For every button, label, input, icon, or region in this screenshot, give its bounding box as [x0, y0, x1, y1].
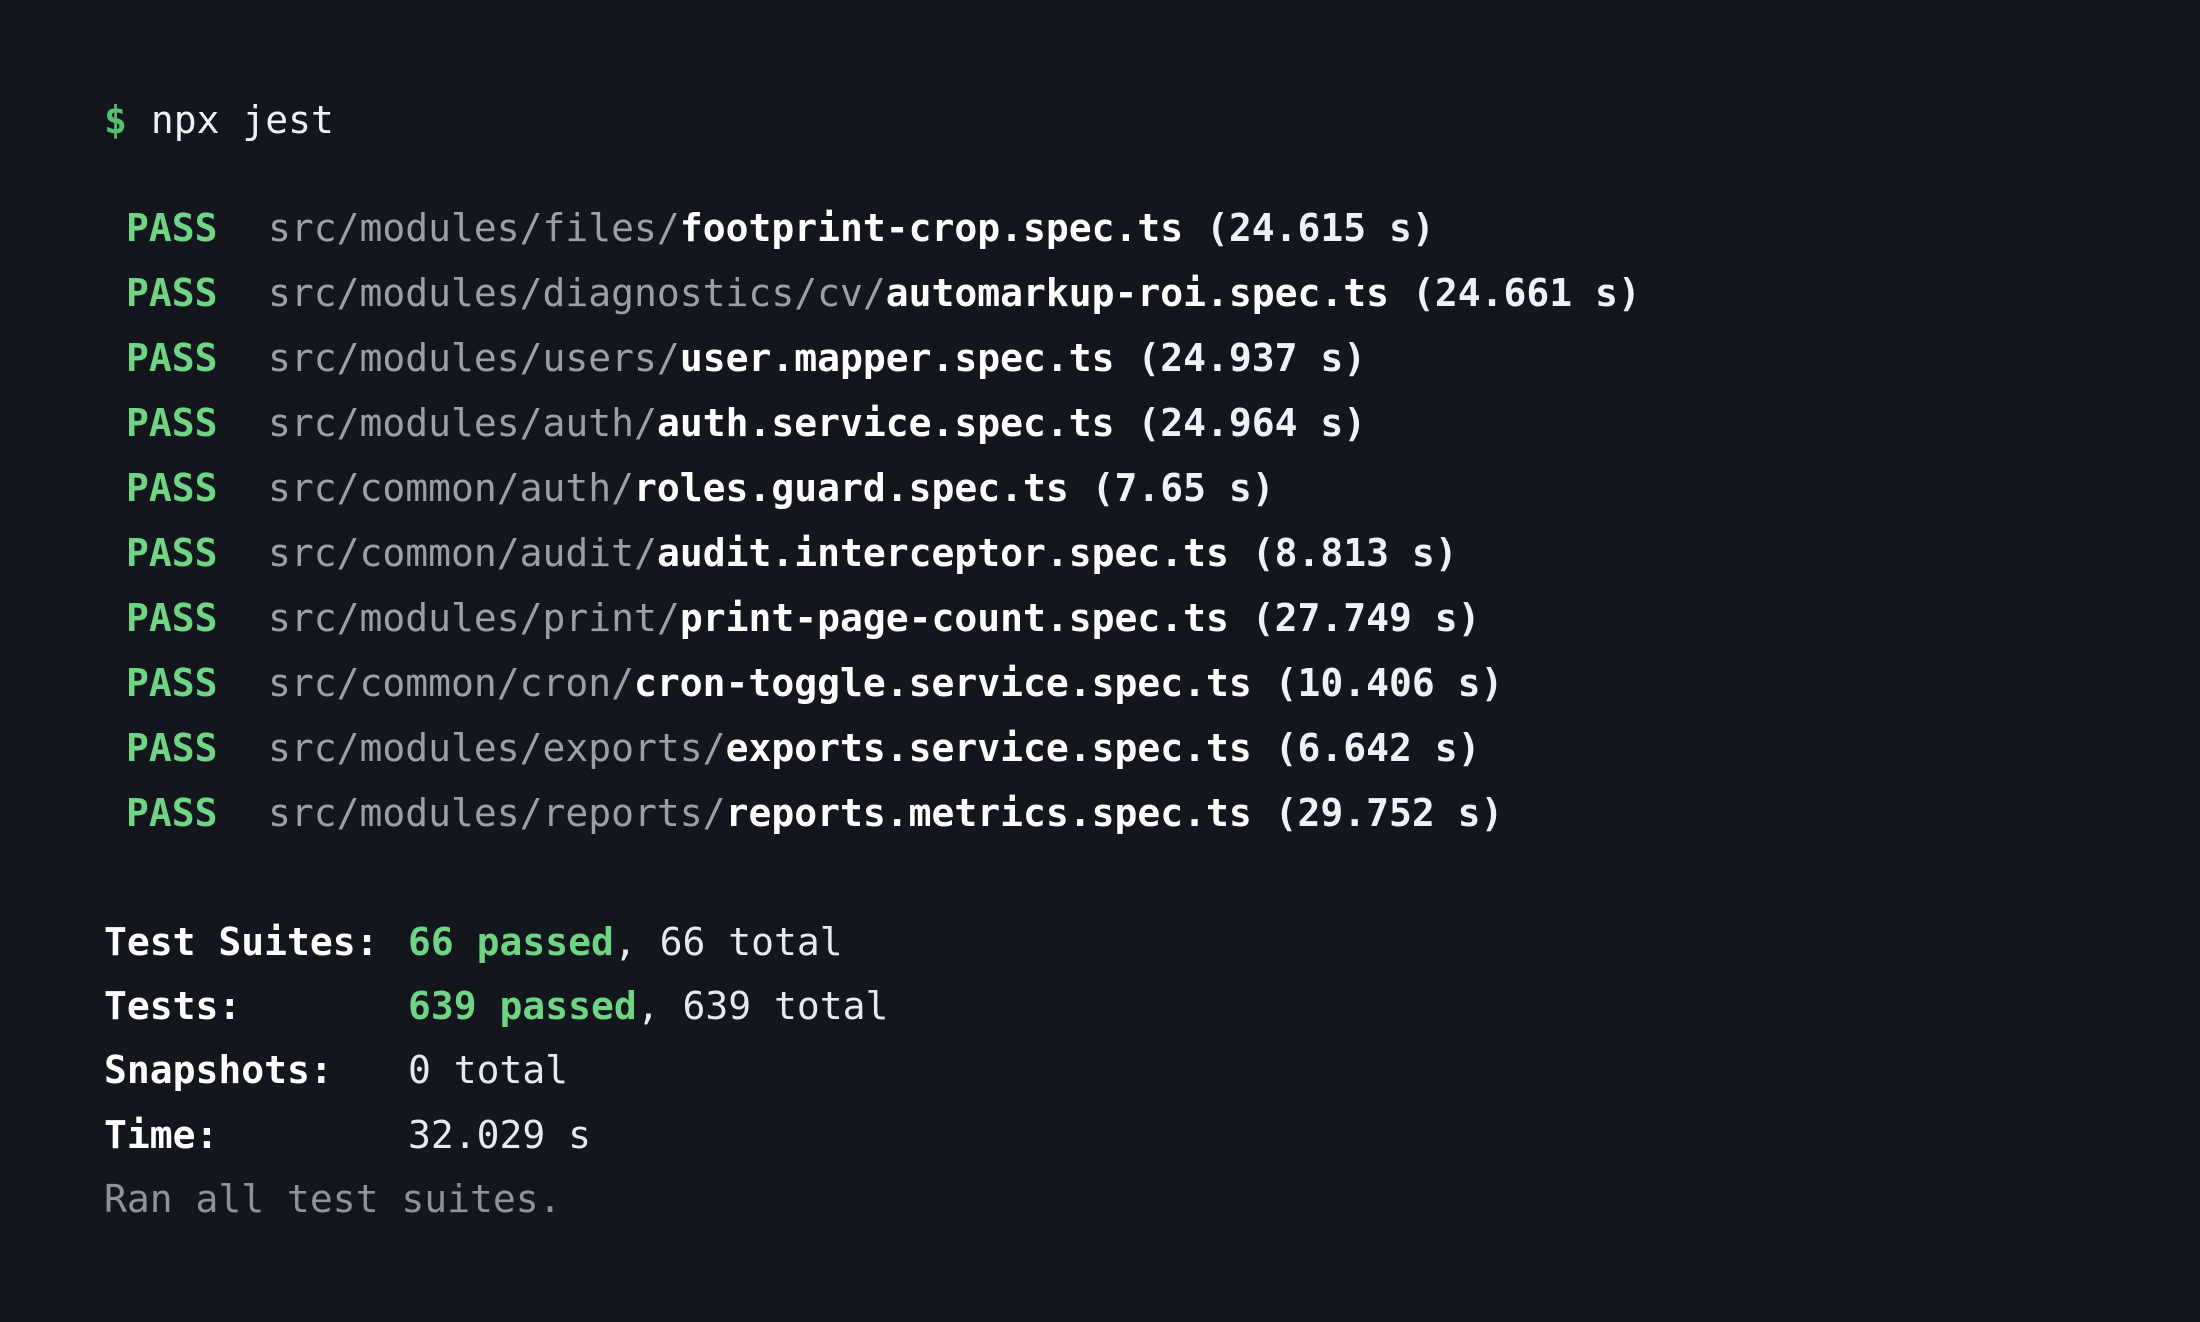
summary-passed: 639 passed — [408, 984, 637, 1028]
summary-value: 0 total — [408, 1048, 569, 1092]
summary-label: Snapshots: — [104, 1048, 333, 1092]
pass-badge: PASS — [126, 531, 218, 575]
test-file: roles.guard.spec.ts — [634, 466, 1069, 510]
test-file: user.mapper.spec.ts — [679, 336, 1115, 380]
pass-badge: PASS — [126, 336, 218, 380]
test-duration: (8.813 s) — [1251, 531, 1458, 575]
summary-total: , 639 total — [636, 984, 889, 1028]
pass-badge: PASS — [126, 791, 218, 835]
pass-badge: PASS — [126, 726, 218, 770]
test-file: footprint-crop.spec.ts — [679, 206, 1184, 250]
test-duration: (24.964 s) — [1137, 401, 1367, 445]
test-dir: src/modules/auth/ — [268, 401, 657, 445]
test-dir: src/modules/print/ — [268, 596, 680, 640]
summary-label: Time: — [104, 1113, 219, 1157]
test-result-row: PASS src/modules/users/user.mapper.spec.t… — [126, 333, 1366, 383]
pass-badge: PASS — [126, 596, 218, 640]
test-file: print-page-count.spec.ts — [679, 596, 1229, 640]
test-duration: (24.615 s) — [1206, 206, 1435, 250]
test-dir: src/modules/reports/ — [268, 791, 726, 835]
test-dir: src/modules/files/ — [268, 206, 680, 250]
test-file: exports.service.spec.ts — [725, 726, 1252, 770]
test-duration: (10.406 s) — [1274, 661, 1504, 705]
summary-snapshots: Snapshots: 0 total — [104, 1045, 568, 1095]
test-duration: (24.937 s) — [1137, 336, 1367, 380]
test-file: cron-toggle.service.spec.ts — [634, 661, 1252, 705]
summary-tests: Tests: 639 passed, 639 total — [104, 981, 888, 1031]
test-file: auth.service.spec.ts — [656, 401, 1115, 445]
prompt-symbol: $ — [104, 98, 127, 142]
test-dir: src/common/auth/ — [268, 466, 635, 510]
test-dir: src/common/audit/ — [268, 531, 657, 575]
test-duration: (24.661 s) — [1411, 271, 1641, 315]
summary-label: Test Suites: — [104, 920, 379, 964]
test-duration: (29.752 s) — [1274, 791, 1504, 835]
test-result-row: PASS src/modules/print/print-page-count.s… — [126, 593, 1481, 643]
command-text: npx jest — [150, 98, 334, 142]
summary-label: Tests: — [104, 984, 242, 1028]
summary-footer: Ran all test suites. — [104, 1177, 562, 1221]
test-dir: src/modules/diagnostics/cv/ — [268, 271, 886, 315]
test-dir: src/modules/users/ — [268, 336, 680, 380]
test-file: automarkup-roi.spec.ts — [885, 271, 1390, 315]
test-dir: src/common/cron/ — [268, 661, 635, 705]
test-result-row: PASS src/modules/reports/reports.metrics.… — [126, 788, 1503, 838]
test-result-row: PASS src/common/cron/cron-toggle.service.… — [126, 658, 1503, 708]
test-result-row: PASS src/modules/files/footprint-crop.spe… — [126, 203, 1435, 253]
test-file: reports.metrics.spec.ts — [725, 791, 1252, 835]
test-result-row: PASS src/modules/auth/auth.service.spec.t… — [126, 398, 1366, 448]
test-dir: src/modules/exports/ — [268, 726, 726, 770]
command-line: $ npx jest — [104, 95, 334, 145]
test-result-row: PASS src/common/audit/audit.interceptor.s… — [126, 528, 1458, 578]
pass-badge: PASS — [126, 206, 218, 250]
test-result-row: PASS src/common/auth/roles.guard.spec.ts … — [126, 463, 1275, 513]
test-duration: (6.642 s) — [1274, 726, 1481, 770]
summary-value: 32.029 s — [408, 1113, 592, 1157]
pass-badge: PASS — [126, 466, 218, 510]
test-duration: (7.65 s) — [1091, 466, 1275, 510]
test-result-row: PASS src/modules/diagnostics/cv/automarku… — [126, 268, 1641, 318]
pass-badge: PASS — [126, 661, 218, 705]
test-result-row: PASS src/modules/exports/exports.service.… — [126, 723, 1481, 773]
summary-time: Time: 32.029 s — [104, 1110, 591, 1160]
summary-suites: Test Suites: 66 passed, 66 total — [104, 917, 843, 967]
pass-badge: PASS — [126, 401, 218, 445]
test-duration: (27.749 s) — [1251, 596, 1481, 640]
pass-badge: PASS — [126, 271, 218, 315]
test-file: audit.interceptor.spec.ts — [656, 531, 1229, 575]
terminal-window: $ npx jest PASS src/modules/files/footprin… — [0, 0, 2200, 1322]
summary-total: , 66 total — [613, 920, 843, 964]
summary-passed: 66 passed — [408, 920, 614, 964]
